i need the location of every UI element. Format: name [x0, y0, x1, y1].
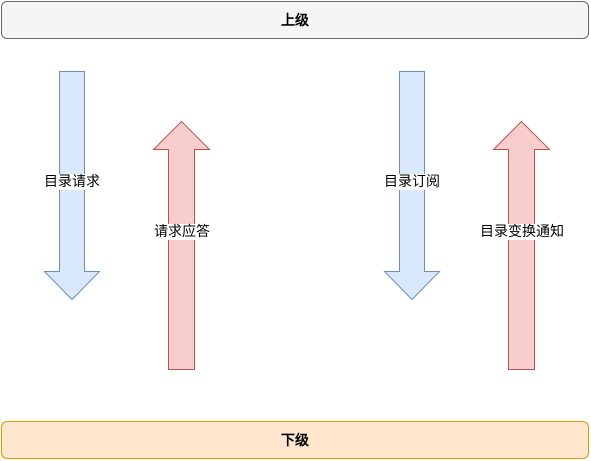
subordinate-label: 下级: [281, 433, 309, 449]
label-request-response: 请求应答: [154, 224, 210, 240]
label-catalog-request: 目录请求: [44, 174, 100, 190]
label-catalog-change-notify: 目录变换通知: [480, 224, 564, 240]
subordinate-box: 下级: [1, 421, 589, 459]
arrow-up-request-response: [152, 120, 211, 370]
arrow-up-catalog-change-notify: [492, 120, 551, 370]
label-catalog-subscribe: 目录订阅: [384, 174, 440, 190]
